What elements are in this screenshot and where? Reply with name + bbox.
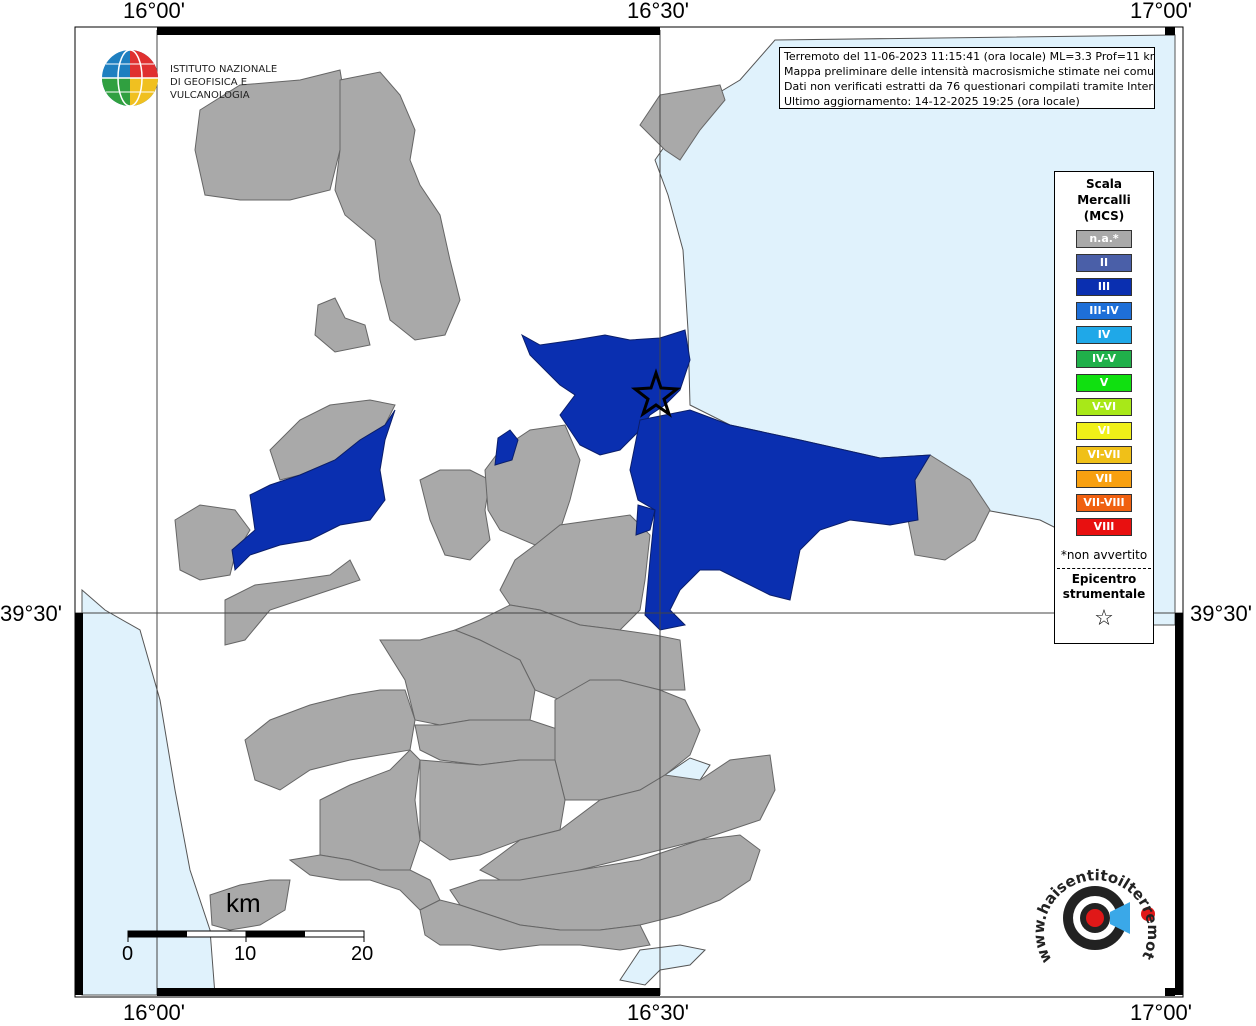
legend-title-line3: (MCS)	[1083, 209, 1125, 223]
hsit-logo: www.haisentitoilterremoto.it	[1025, 836, 1170, 980]
lon-label-bottom-3: 17°00'	[1130, 1000, 1192, 1025]
lat-label-right: 39°30'	[1190, 601, 1252, 626]
legend-title: Scala Mercalli (MCS)	[1055, 176, 1153, 224]
legend-swatch-2: III	[1076, 278, 1132, 296]
legend-swatch-9: VI-VII	[1076, 446, 1132, 464]
hsit-logo-icon: www.haisentitoilterremoto.it	[1025, 836, 1162, 966]
mcs-legend: Scala Mercalli (MCS) n.a.* II III III-IV IV I…	[1054, 171, 1154, 644]
event-info-line2: Mappa preliminare delle intensità macros…	[784, 65, 1155, 78]
institute-line1: ISTITUTO NAZIONALE	[170, 64, 278, 75]
legend-swatch-12: VIII	[1076, 518, 1132, 536]
legend-swatch-10: VII	[1076, 470, 1132, 488]
legend-swatches: n.a.* II III III-IV IV IV-V V V-VI VI VI-VII VII VI…	[1055, 230, 1153, 536]
event-info-line3: Dati non verificati estratti da 76 quest…	[784, 80, 1155, 93]
institute-line2: DI GEOFISICA E VULCANOLOGIA	[170, 77, 250, 101]
legend-swatch-8: VI	[1076, 422, 1132, 440]
lon-label-bottom-1: 16°00'	[123, 1000, 185, 1025]
legend-separator	[1057, 568, 1151, 569]
legend-epicenter-label: Epicentro strumentale	[1055, 572, 1153, 602]
legend-swatch-11: VII-VIII	[1076, 494, 1132, 512]
scale-label-20: 20	[351, 943, 374, 965]
legend-epicenter-line2: strumentale	[1062, 587, 1146, 601]
scale-label-0: 0	[122, 943, 134, 965]
scale-label-10: 10	[234, 943, 257, 965]
legend-swatch-3: III-IV	[1076, 302, 1132, 320]
lon-label-bottom-2: 16°30'	[627, 1000, 689, 1025]
legend-epicenter-line1: Epicentro	[1071, 572, 1137, 586]
legend-swatch-6: V	[1076, 374, 1132, 392]
legend-swatch-0: n.a.*	[1076, 230, 1132, 248]
lon-label-top-1: 16°00'	[123, 0, 185, 23]
legend-swatch-1: II	[1076, 254, 1132, 272]
lake-2	[619, 944, 707, 986]
event-info-line1: Terremoto del 11-06-2023 11:15:41 (ora l…	[784, 50, 1155, 63]
event-info-line4: Ultimo aggiornamento: 14-12-2025 19:25 (…	[784, 95, 1080, 108]
globe-icon	[102, 49, 158, 107]
lat-label-left: 39°30'	[0, 601, 62, 626]
legend-swatch-7: V-VI	[1076, 398, 1132, 416]
ingv-logo: ISTITUTO NAZIONALE DI GEOFISICA E VULCAN…	[100, 48, 320, 108]
legend-title-line2: Mercalli	[1077, 193, 1131, 207]
legend-swatch-4: IV	[1076, 326, 1132, 344]
legend-note: *non avvertito	[1060, 548, 1148, 562]
legend-swatch-5: IV-V	[1076, 350, 1132, 368]
lon-label-top-3: 17°00'	[1130, 0, 1192, 23]
scale-unit: km	[226, 888, 261, 918]
lon-label-top-2: 16°30'	[627, 0, 689, 23]
event-info-box: Terremoto del 11-06-2023 11:15:41 (ora l…	[779, 47, 1155, 109]
epicenter-star-icon: ☆	[1094, 606, 1114, 631]
legend-title-line1: Scala	[1085, 177, 1123, 191]
